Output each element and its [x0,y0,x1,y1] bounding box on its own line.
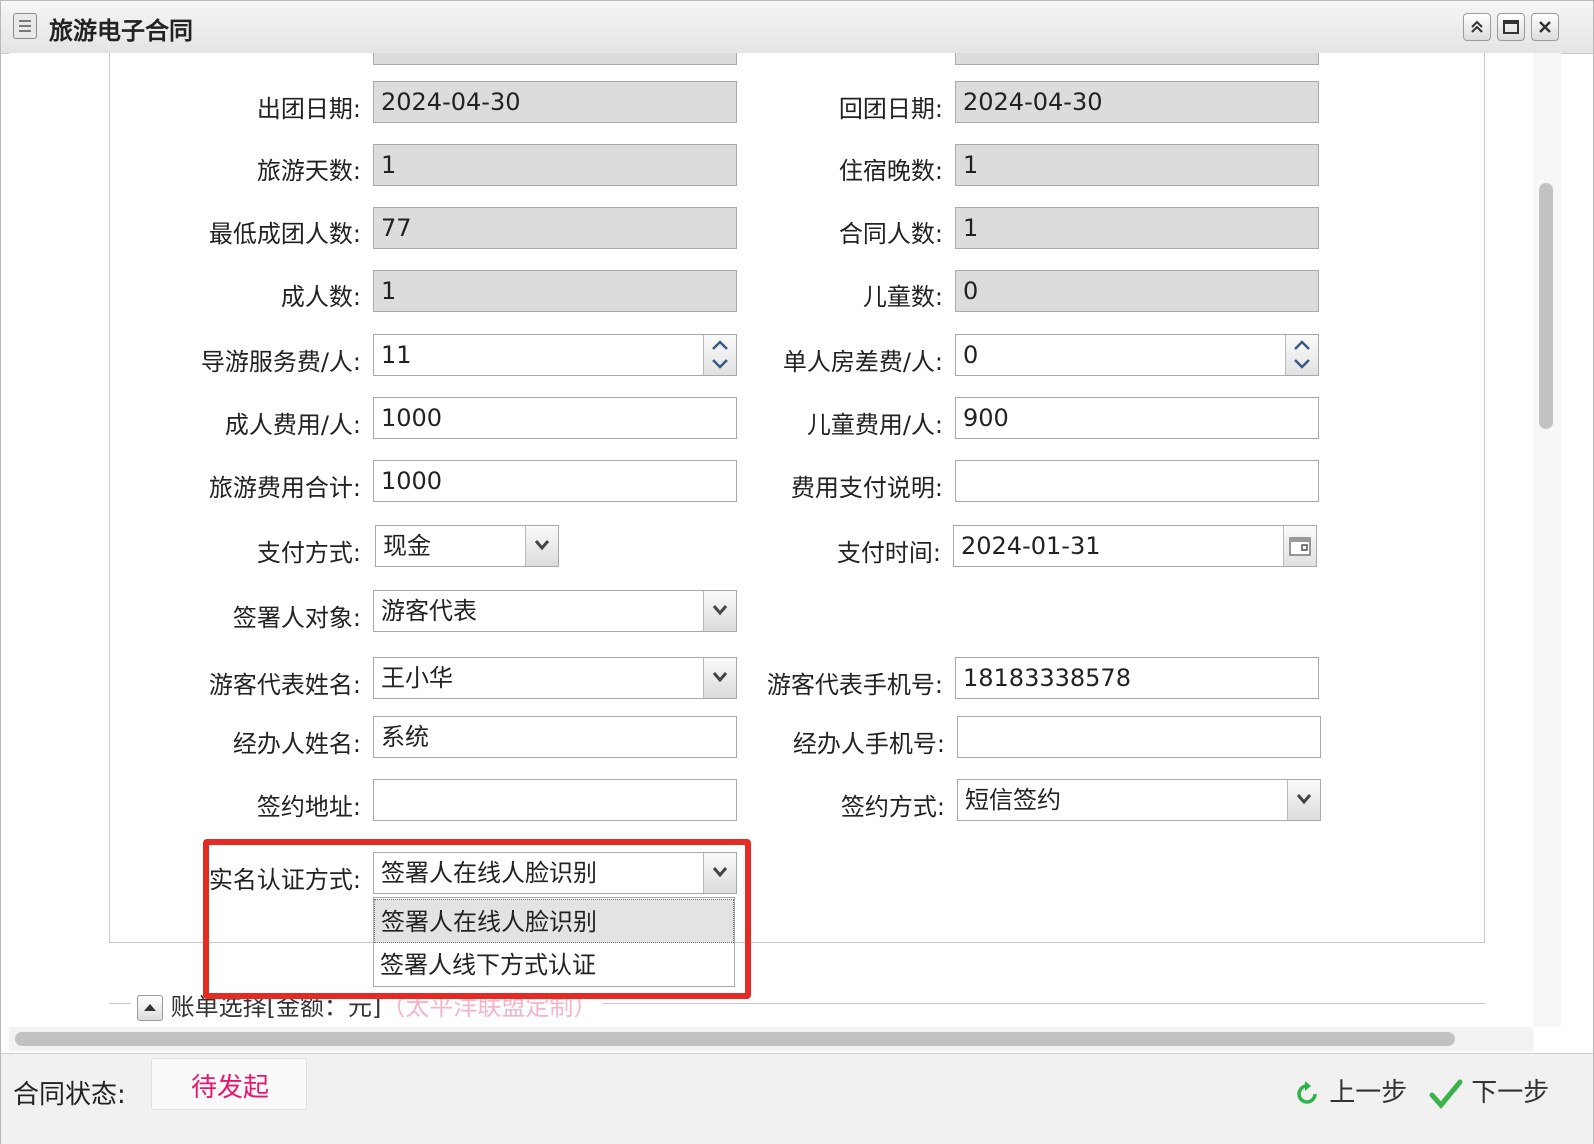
maximize-icon[interactable] [1497,13,1525,41]
contract-people-field[interactable]: 1 [955,207,1319,249]
min-group-label: 最低成团人数: [208,220,361,248]
chevron-down-icon[interactable] [1287,780,1320,820]
single-room-fee-value: 0 [963,341,979,369]
horizontal-scrollbar[interactable] [9,1027,1533,1051]
hidden-field-left [373,53,737,65]
rep-phone-label: 游客代表手机号: [766,671,943,699]
next-step-button[interactable]: 下一步 [1429,1072,1549,1109]
calendar-icon[interactable] [1283,526,1316,566]
signer-object-value: 游客代表 [381,597,477,625]
auth-method-label: 实名认证方式: [208,866,361,894]
child-fee-label: 儿童费用/人: [806,411,943,439]
travel-days-label: 旅游天数: [256,157,361,185]
rep-phone-field[interactable]: 18183338578 [955,657,1319,699]
next-step-label: 下一步 [1471,1078,1550,1108]
signer-object-select[interactable]: 游客代表 [373,590,737,632]
window-title: 旅游电子合同 [49,17,193,45]
signer-object-label: 签署人对象: [232,604,361,632]
depart-date-label: 出团日期: [256,95,361,123]
payment-method-value: 现金 [383,532,431,560]
single-room-fee-spinner[interactable] [1285,335,1318,375]
chevron-down-icon[interactable] [703,853,736,893]
spinner-up-icon[interactable] [1293,339,1311,351]
payment-method-select[interactable]: 现金 [375,525,559,567]
payment-note-field[interactable] [955,460,1319,502]
checkmark-icon [1429,1079,1463,1109]
form-content: 出团日期: 2024-04-30 回团日期: 2024-04-30 旅游天数: … [9,53,1533,1023]
payment-time-label: 支付时间: [836,539,941,567]
payment-method-label: 支付方式: [256,539,361,567]
auth-method-dropdown: 签署人在线人脸识别 签署人线下方式认证 [373,897,735,987]
nights-field[interactable]: 1 [955,144,1319,186]
rep-name-value: 王小华 [381,664,453,692]
sign-method-label: 签约方式: [840,793,945,821]
title-bar: 旅游电子合同 [1,1,1593,54]
chevron-down-icon[interactable] [703,591,736,631]
spinner-down-icon[interactable] [1293,358,1311,370]
prev-step-label: 上一步 [1329,1078,1408,1108]
status-bar: 合同状态: 待发起 上一步 下一步 [1,1053,1593,1144]
payment-note-label: 费用支付说明: [790,474,943,502]
rep-name-label: 游客代表姓名: [208,671,361,699]
list-icon [13,13,37,39]
single-room-fee-label: 单人房差费/人: [782,348,943,376]
prev-step-button[interactable]: 上一步 [1293,1072,1407,1109]
child-fee-field[interactable]: 900 [955,397,1319,439]
children-field[interactable]: 0 [955,270,1319,312]
sign-method-select[interactable]: 短信签约 [957,779,1321,821]
vertical-scrollbar[interactable] [1533,53,1561,1027]
auth-option-online-face[interactable]: 签署人在线人脸识别 [374,899,734,943]
collapse-icon[interactable] [1463,13,1491,41]
horizontal-scroll-thumb[interactable] [15,1032,1455,1046]
sign-method-value: 短信签约 [965,786,1061,814]
hidden-field-right [955,53,1319,65]
bill-section-note: （太平洋联盟定制） [381,993,598,1021]
contract-status-label: 合同状态: [13,1080,126,1110]
auth-method-select[interactable]: 签署人在线人脸识别 [373,852,737,894]
agent-name-label: 经办人姓名: [232,730,361,758]
agent-phone-field[interactable] [957,716,1321,758]
chevron-down-icon[interactable] [525,526,558,566]
contract-people-label: 合同人数: [838,220,943,248]
payment-time-field[interactable]: 2024-01-31 [953,525,1317,567]
contract-status-value: 待发起 [190,1073,269,1103]
nights-label: 住宿晚数: [838,157,943,185]
refresh-icon [1297,1080,1317,1104]
bill-section-legend: 账单选择[金额：元]（太平洋联盟定制） [131,987,604,1022]
adult-fee-label: 成人费用/人: [224,411,361,439]
children-label: 儿童数: [862,283,943,311]
guide-fee-value: 11 [381,341,412,369]
payment-time-value: 2024-01-31 [961,532,1101,560]
single-room-fee-stepper[interactable]: 0 [955,334,1319,376]
guide-fee-label: 导游服务费/人: [200,348,361,376]
agent-phone-label: 经办人手机号: [792,730,945,758]
sign-address-label: 签约地址: [256,793,361,821]
auth-method-value: 签署人在线人脸识别 [381,859,597,887]
close-icon[interactable] [1531,13,1559,41]
adults-label: 成人数: [280,283,361,311]
bill-section-title: 账单选择[金额：元] [170,993,382,1021]
total-fee-label: 旅游费用合计: [208,474,361,502]
return-date-label: 回团日期: [838,95,943,123]
auth-option-offline[interactable]: 签署人线下方式认证 [374,943,734,987]
expand-toggle-icon[interactable] [137,995,163,1021]
return-date-field[interactable]: 2024-04-30 [955,81,1319,123]
contract-status-box: 待发起 [151,1058,307,1110]
vertical-scroll-thumb[interactable] [1539,183,1553,429]
contract-window: 旅游电子合同 出团日期: 2024-04-30 回团日期: 2024-04-30… [0,0,1594,1144]
